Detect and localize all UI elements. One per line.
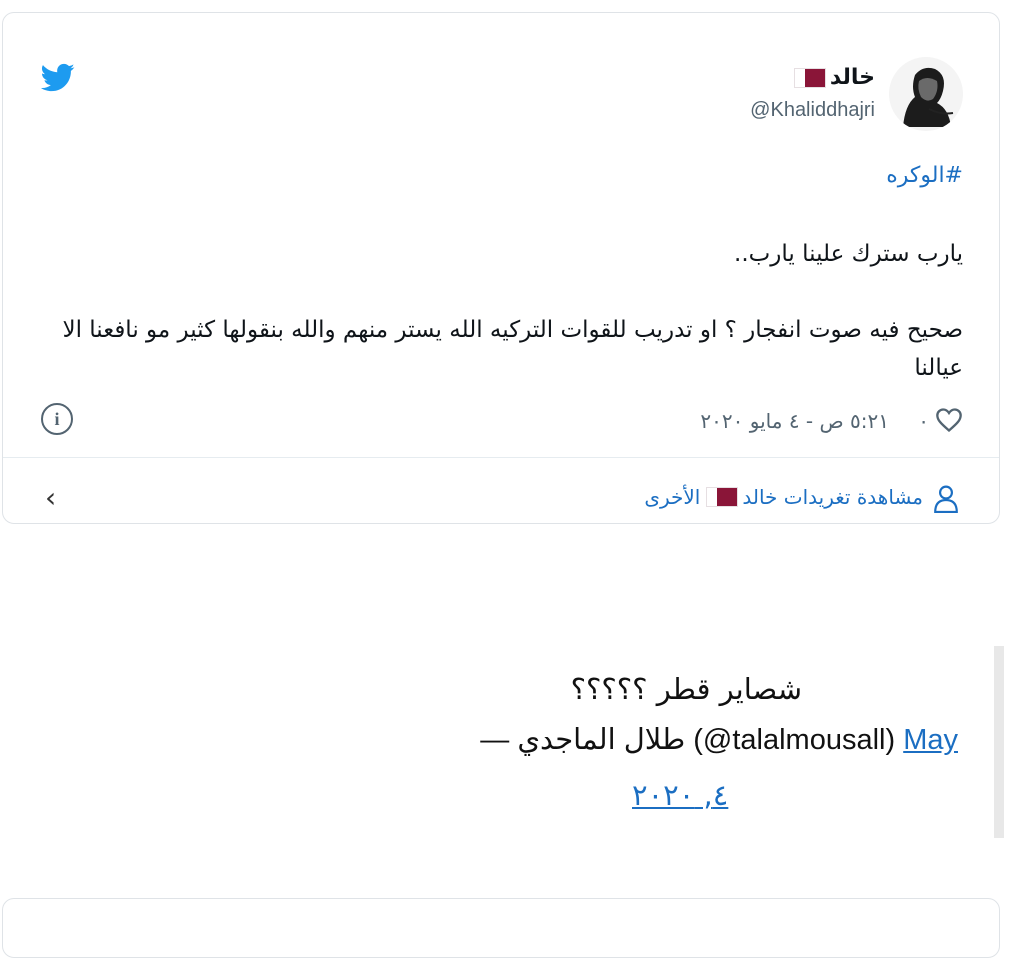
tweet-timestamp[interactable]: ٥:٢١ ص - ٤ مايو ٢٠٢٠ — [700, 409, 889, 433]
display-name[interactable]: خالد — [792, 65, 875, 90]
twitter-logo-icon[interactable] — [41, 63, 75, 93]
tweet-text-line1: يارب سترك علينا يارب.. — [734, 241, 963, 267]
quote-month-link[interactable]: May — [903, 724, 958, 756]
hashtag-link[interactable]: #الوكره — [886, 163, 963, 188]
tweet-meta-row: i ٠ ٥:٢١ ص - ٤ مايو ٢٠٢٠ — [3, 401, 999, 441]
like-count: ٠ — [918, 409, 929, 433]
view-more-link[interactable]: مشاهدة تغريدات خالد الأخرى — [644, 485, 923, 509]
view-more-prefix: مشاهدة تغريدات خالد — [742, 485, 923, 509]
quote-attribution: — طلال الماجدي (@talalmousall) May — [480, 722, 958, 757]
info-icon[interactable]: i — [41, 403, 73, 435]
display-name-text: خالد — [829, 65, 875, 90]
tweet-embed-card: خالد @Khaliddhajri #الوكره يارب سترك علي… — [2, 12, 1000, 524]
quote-date-link[interactable]: ٤, ٢٠٢٠ — [632, 778, 728, 812]
blockquote-bar — [994, 646, 1004, 838]
quote-text: شصاير قطر ؟؟؟؟؟ — [570, 672, 802, 706]
view-more-row[interactable]: مشاهدة تغريدات خالد الأخرى ‹ — [3, 459, 999, 523]
avatar-portrait-icon — [889, 57, 963, 131]
quote-author: — طلال الماجدي (@talalmousall) — [480, 724, 896, 756]
chevron-left-icon[interactable]: ‹ — [45, 481, 56, 514]
person-icon — [934, 485, 958, 513]
qatar-flag-icon — [706, 487, 739, 507]
user-handle[interactable]: @Khaliddhajri — [750, 99, 875, 122]
next-embed-card — [2, 898, 1000, 958]
qatar-flag-icon — [793, 67, 826, 88]
divider — [3, 457, 999, 458]
view-more-suffix: الأخرى — [644, 485, 701, 509]
heart-icon[interactable] — [935, 407, 963, 433]
avatar[interactable] — [889, 57, 963, 131]
tweet-text-line2: صحيح فيه صوت انفجار ؟ او تدريب للقوات ال… — [62, 317, 963, 381]
